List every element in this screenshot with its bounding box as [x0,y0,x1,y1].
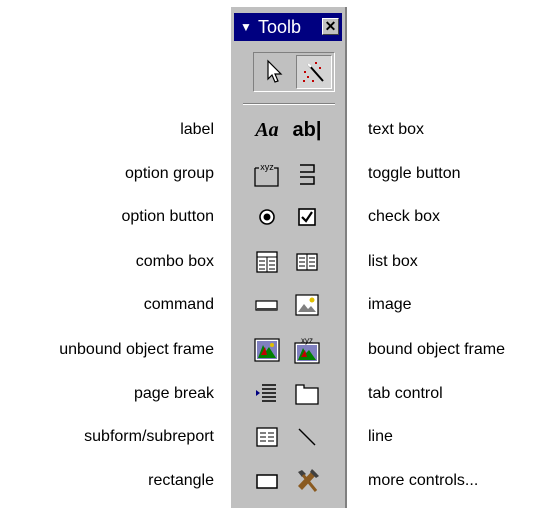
list-box-icon [296,253,318,271]
bound-object-frame-tool[interactable]: xyz [291,335,323,365]
control-wizards-button[interactable] [296,55,332,89]
check-box-caption: check box [368,208,441,225]
pointer-arrow-icon [267,59,283,83]
unbound-object-frame-tool[interactable] [251,335,283,365]
page-break-icon [256,384,276,402]
more-controls-tools-icon [298,469,319,492]
list-box-tool[interactable] [291,247,323,277]
command-caption: command [143,296,214,313]
toolbox-menu-arrow-icon[interactable]: ▼ [240,19,252,35]
toolbox-top-buttons [253,52,335,92]
command-button-tool[interactable] [251,290,283,320]
tab-control-tool[interactable] [291,379,323,409]
page-break-tool[interactable] [251,379,283,409]
bound-object-frame-caption: bound object frame [368,341,505,358]
rectangle-tool[interactable] [251,466,283,496]
more-controls-tool[interactable] [291,466,323,496]
rectangle-caption: rectangle [148,472,214,489]
image-icon [295,294,319,316]
toolbox-titlebar[interactable]: ▼ Toolb ✕ [234,13,342,41]
unbound-object-frame-caption: unbound object frame [59,341,214,358]
option-button-caption: option button [121,208,214,225]
select-objects-button[interactable] [256,55,292,89]
command-button-icon [255,300,278,311]
toggle-button-icon [300,164,315,185]
option-group-tool[interactable]: xyz [251,159,283,189]
toolbox-title: Toolb [258,17,302,37]
check-box-icon [298,208,316,226]
image-tool[interactable] [291,290,323,320]
page-break-caption: page break [133,385,214,402]
tab-control-caption: tab control [368,385,443,402]
unbound-object-frame-icon [254,338,280,362]
option-button-icon [259,209,275,225]
text-box-caption: text box [368,121,425,138]
combo-box-tool[interactable] [251,247,283,277]
label-aa-icon: Aa [255,118,279,141]
bound-object-frame-icon: xyz [294,336,320,364]
label-tool[interactable]: Aa [251,115,283,145]
subform-icon [256,427,278,447]
image-caption: image [368,296,412,313]
toolbox-separator [243,103,335,105]
option-button-tool[interactable] [251,202,283,232]
magic-wand-icon [303,62,324,82]
svg-text:xyz: xyz [301,336,313,345]
toggle-button-caption: toggle button [368,165,461,182]
subform-tool[interactable] [251,422,283,452]
rectangle-icon [256,474,278,489]
text-box-tool[interactable]: ab| [291,115,323,145]
svg-text:xyz: xyz [260,162,274,172]
line-icon [298,428,316,446]
combo-box-caption: combo box [135,253,214,270]
list-box-caption: list box [368,253,418,270]
option-group-caption: option group [125,165,214,182]
close-button[interactable]: ✕ [322,18,339,35]
text-box-ab-icon: ab| [292,118,322,141]
toggle-button-tool[interactable] [291,159,323,189]
combo-box-icon [256,251,278,273]
toolbox-panel: ▼ Toolb ✕ [229,7,347,508]
label-caption: label [180,121,214,138]
line-tool[interactable] [291,422,323,452]
option-group-icon: xyz [254,162,279,187]
check-box-tool[interactable] [291,202,323,232]
tab-control-icon [295,384,319,405]
more-controls-caption: more controls... [368,472,479,489]
line-caption: line [368,428,393,445]
subform-subreport-caption: subform/subreport [84,428,214,445]
